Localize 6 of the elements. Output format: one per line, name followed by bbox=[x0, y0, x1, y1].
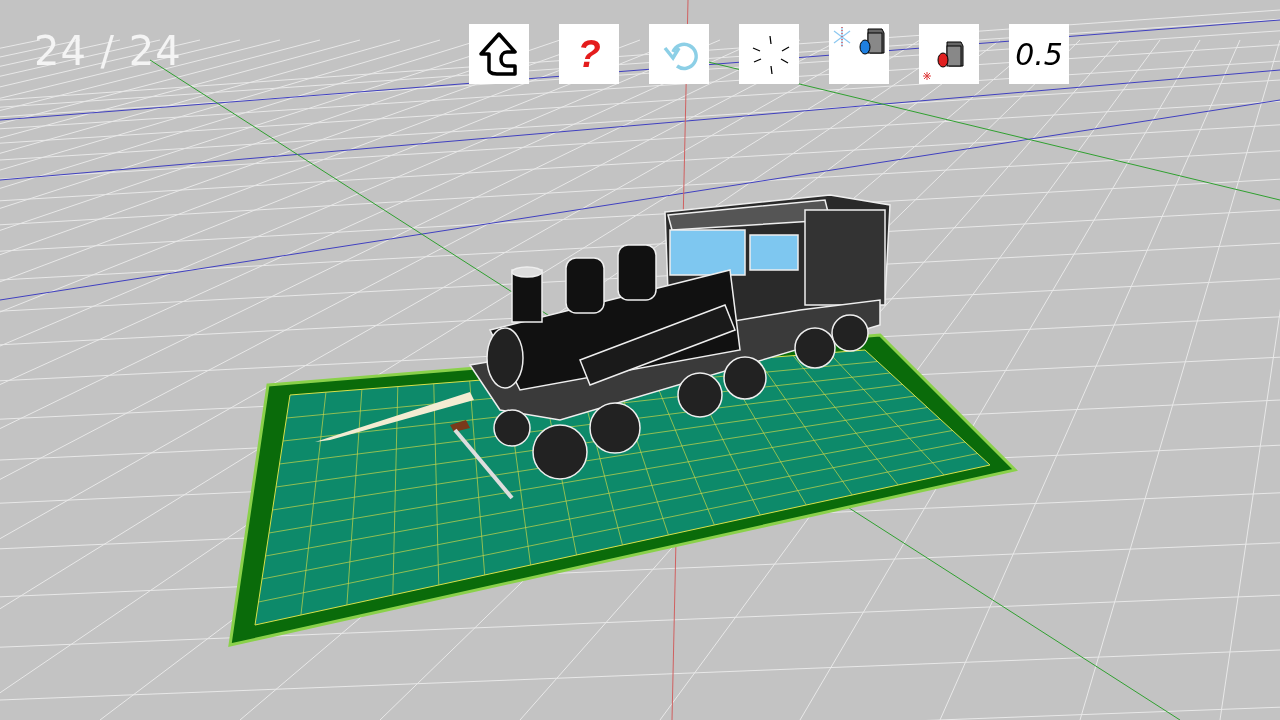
snow-camera-button[interactable] bbox=[829, 24, 889, 84]
snowflake-camera-icon bbox=[832, 26, 886, 56]
up-button[interactable] bbox=[469, 24, 529, 84]
fire-camera-button[interactable] bbox=[919, 24, 979, 84]
value-button[interactable]: 0.5 bbox=[1009, 24, 1069, 84]
help-button[interactable]: ? bbox=[559, 24, 619, 84]
